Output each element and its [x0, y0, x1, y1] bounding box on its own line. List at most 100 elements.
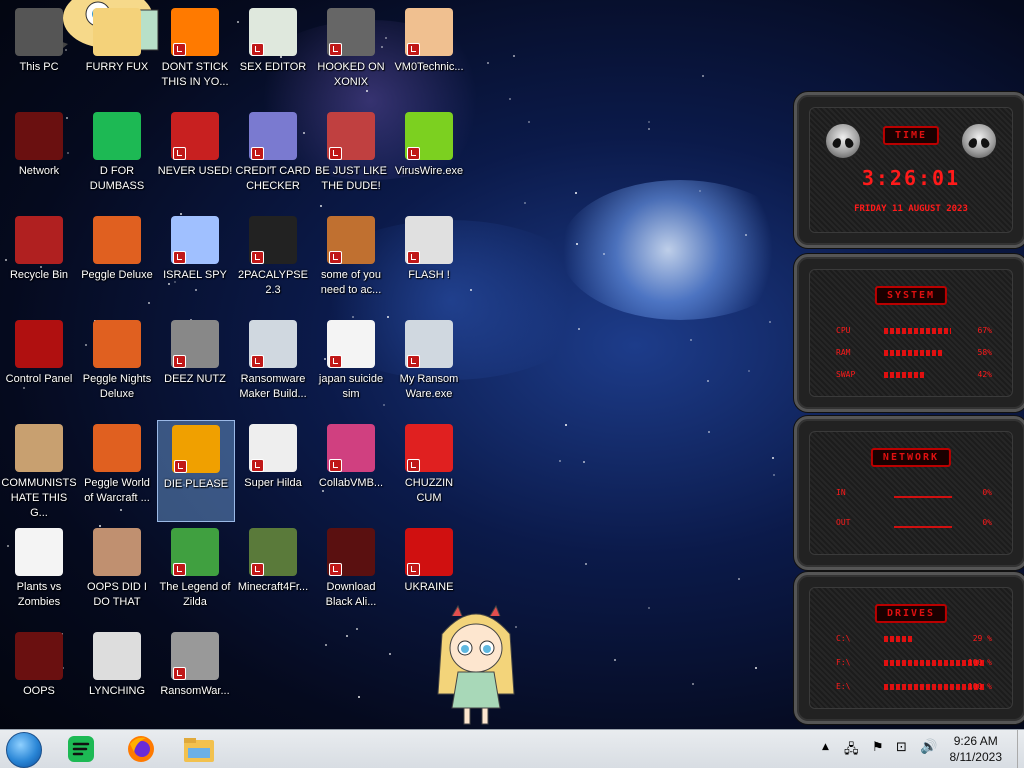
- desktop-icon[interactable]: Recycle Bin: [1, 212, 77, 312]
- desktop-icon[interactable]: Minecraft4Fr...: [235, 524, 311, 624]
- desktop-icon[interactable]: japan suicide sim: [313, 316, 389, 416]
- desktop-icon-label: BE JUST LIKE THE DUDE!: [315, 165, 387, 192]
- firefox-icon[interactable]: [124, 734, 158, 764]
- desktop-icon[interactable]: OOPS DID I DO THAT: [79, 524, 155, 624]
- desktop-icon[interactable]: D FOR DUMBASS: [79, 108, 155, 208]
- star: [355, 628, 358, 631]
- network-tray-icon[interactable]: 🖧: [844, 740, 859, 762]
- desktop-icon-label: 2PACALYPSE 2.3: [238, 269, 308, 296]
- desktop-icon[interactable]: Peggle Deluxe: [79, 212, 155, 312]
- desktop-icon[interactable]: HOOKED ON XONIX: [313, 4, 389, 104]
- start-orb-icon[interactable]: [6, 732, 42, 768]
- display-icon[interactable]: ⊡: [896, 740, 907, 755]
- desktop-icon[interactable]: DONT STICK THIS IN YO...: [157, 4, 233, 104]
- desktop-icon[interactable]: ISRAEL SPY: [157, 212, 233, 312]
- desktop-icon[interactable]: Ransomware Maker Build...: [235, 316, 311, 416]
- widget-row-key: E:\: [836, 682, 851, 691]
- shortcut-arrow-icon: [173, 251, 186, 264]
- widget-row-key: CPU: [836, 326, 851, 335]
- usage-bar: [884, 350, 942, 356]
- network-icon: [15, 112, 63, 160]
- desktop-icon[interactable]: SEX EDITOR: [235, 4, 311, 104]
- cartoon-character-sticker: [437, 604, 515, 725]
- traffic-cone-icon: [171, 8, 219, 56]
- star: [614, 658, 617, 661]
- file-explorer-icon[interactable]: [182, 734, 216, 764]
- desktop-icon-label: FURRY FUX: [85, 61, 149, 73]
- chevron-up-icon[interactable]: ▲: [822, 742, 829, 752]
- flag-icon[interactable]: ⚑: [872, 740, 884, 755]
- star: [389, 652, 392, 655]
- desktop-icon[interactable]: This PC: [1, 4, 77, 104]
- desktop-icon[interactable]: NEVER USED!: [157, 108, 233, 208]
- chuzzle-icon: [405, 424, 453, 472]
- desktop-icon[interactable]: LYNCHING: [79, 628, 155, 728]
- desktop-icon-label: NEVER USED!: [157, 165, 233, 177]
- widget-row-value: 42%: [977, 370, 992, 379]
- star: [582, 461, 585, 463]
- star: [691, 682, 694, 685]
- shortcut-arrow-icon: [329, 355, 342, 368]
- shortcut-arrow-icon: [174, 460, 187, 473]
- widget-row-value: 100 %: [967, 682, 992, 691]
- time-widget: TIME 3:26:01 FRIDAY 11 AUGUST 2023: [794, 92, 1024, 248]
- desktop-icon[interactable]: DEEZ NUTZ: [157, 316, 233, 416]
- desktop-icon[interactable]: My Ransom Ware.exe: [391, 316, 467, 416]
- desktop-icon[interactable]: CHUZZIN CUM: [391, 420, 467, 520]
- desktop-icon[interactable]: CREDIT CARD CHECKER: [235, 108, 311, 208]
- taskbar-clock[interactable]: 9:26 AM 8/11/2023: [950, 733, 1003, 765]
- santa-icon: [327, 112, 375, 160]
- desktop-icon[interactable]: Control Panel: [1, 316, 77, 416]
- star: [647, 121, 650, 124]
- network-widget-panel: NETWORK IN 0% OUT 0%: [809, 431, 1013, 555]
- star: [772, 457, 775, 460]
- portrait-icon: [93, 528, 141, 576]
- desktop-icon[interactable]: some of you need to ac...: [313, 212, 389, 312]
- star: [486, 62, 489, 65]
- shortcut-arrow-icon: [251, 251, 264, 264]
- desktop-icon[interactable]: VirusWire.exe: [391, 108, 467, 208]
- shortcut-arrow-icon: [407, 459, 420, 472]
- desktop-icon[interactable]: Peggle World of Warcraft ...: [79, 420, 155, 520]
- star: [689, 338, 692, 341]
- widget-row: OUT 0%: [836, 518, 992, 530]
- desktop-icon[interactable]: COMMUNISTS HATE THIS G...: [1, 420, 77, 520]
- desktop-icon[interactable]: FLASH !: [391, 212, 467, 312]
- desktop-icon-label: LYNCHING: [88, 685, 146, 697]
- game-icon: [327, 8, 375, 56]
- flower-icon: [15, 528, 63, 576]
- desktop-icon[interactable]: Super Hilda: [235, 420, 311, 520]
- desktop-icon[interactable]: Download Black Ali...: [313, 524, 389, 624]
- star: [559, 460, 562, 463]
- monitor-icon: [327, 424, 375, 472]
- desktop-icon[interactable]: The Legend of Zilda: [157, 524, 233, 624]
- desktop-icon[interactable]: VM0Technic...: [391, 4, 467, 104]
- shortcut-arrow-icon: [407, 355, 420, 368]
- volume-icon[interactable]: 🔊: [920, 739, 937, 755]
- shortcut-arrow-icon: [251, 355, 264, 368]
- desktop-icon-label: The Legend of Zilda: [159, 581, 231, 608]
- desktop-icon[interactable]: Plants vs Zombies: [1, 524, 77, 624]
- alien-icon: [327, 528, 375, 576]
- desktop-icon[interactable]: Peggle Nights Deluxe: [79, 316, 155, 416]
- widget-row: SWAP 42%: [836, 370, 992, 382]
- desktop-icon[interactable]: FURRY FUX: [79, 4, 155, 104]
- star: [527, 121, 530, 124]
- desktop-icon-label: My Ransom Ware.exe: [399, 373, 459, 400]
- system-widget: SYSTEM CPU 67% RAM 58% SWAP 42%: [794, 254, 1024, 412]
- green-chat-icon[interactable]: [64, 734, 98, 764]
- desktop-icon[interactable]: RansomWar...: [157, 628, 233, 728]
- star: [578, 328, 581, 331]
- show-desktop-button[interactable]: [1017, 730, 1024, 768]
- desktop-icon[interactable]: Network: [1, 108, 77, 208]
- widget-row: CPU 67%: [836, 326, 992, 338]
- desktop-icon[interactable]: CollabVMB...: [313, 420, 389, 520]
- desktop-icon-label: DIE PLEASE: [163, 478, 229, 490]
- shortcut-arrow-icon: [173, 667, 186, 680]
- desktop-icon[interactable]: DIE PLEASE: [157, 420, 235, 522]
- desktop-icon[interactable]: 2PACALYPSE 2.3: [235, 212, 311, 312]
- star: [564, 423, 567, 426]
- desktop-icon[interactable]: BE JUST LIKE THE DUDE!: [313, 108, 389, 208]
- desktop-icon-label: Network: [18, 165, 60, 177]
- desktop-icon[interactable]: OOPS: [1, 628, 77, 728]
